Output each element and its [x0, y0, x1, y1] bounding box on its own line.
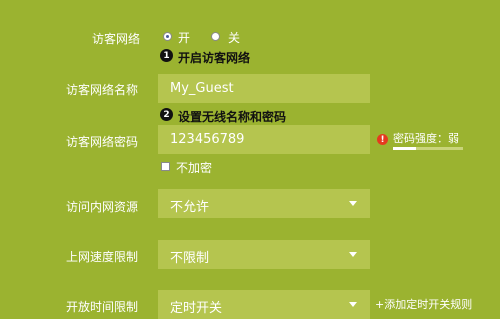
guest-ssid-value: My_Guest: [170, 81, 234, 96]
guest-ssid-label: 访客网络名称: [66, 83, 139, 97]
guest-network-on-radio[interactable]: [163, 32, 172, 41]
step-2-hint: 设置无线名称和密码: [178, 110, 287, 124]
step-2-badge: 2: [160, 108, 173, 121]
chevron-down-icon: [349, 252, 357, 257]
password-strength-fill: [393, 147, 417, 150]
chevron-down-icon: [349, 201, 357, 206]
lan-access-select[interactable]: 不允许: [158, 189, 370, 218]
guest-network-off-label: 关: [228, 31, 241, 45]
guest-network-off-radio[interactable]: [211, 32, 220, 41]
guest-password-label: 访客网络密码: [66, 135, 139, 149]
lan-access-label: 访问内网资源: [66, 200, 139, 214]
chevron-down-icon: [349, 302, 357, 307]
add-time-rule-link[interactable]: +添加定时开关规则: [375, 296, 472, 312]
no-encryption-checkbox[interactable]: [161, 162, 170, 171]
warning-icon: !: [377, 134, 388, 145]
password-strength-bar: [393, 147, 463, 150]
time-limit-select[interactable]: 定时开关: [158, 290, 370, 319]
guest-password-input[interactable]: 123456789: [158, 125, 370, 154]
step-1-badge: 1: [160, 49, 173, 62]
speed-limit-label: 上网速度限制: [66, 250, 139, 264]
guest-password-value: 123456789: [170, 132, 245, 147]
guest-network-label: 访客网络: [92, 32, 141, 46]
lan-access-value: 不允许: [170, 200, 210, 215]
guest-network-on-label: 开: [178, 31, 191, 45]
password-strength-text: 密码强度：弱: [393, 132, 459, 145]
step-1-hint: 开启访客网络: [178, 51, 251, 65]
speed-limit-value: 不限制: [170, 251, 210, 266]
no-encryption-label: 不加密: [176, 161, 213, 175]
guest-ssid-input[interactable]: My_Guest: [158, 74, 370, 103]
speed-limit-select[interactable]: 不限制: [158, 240, 370, 269]
